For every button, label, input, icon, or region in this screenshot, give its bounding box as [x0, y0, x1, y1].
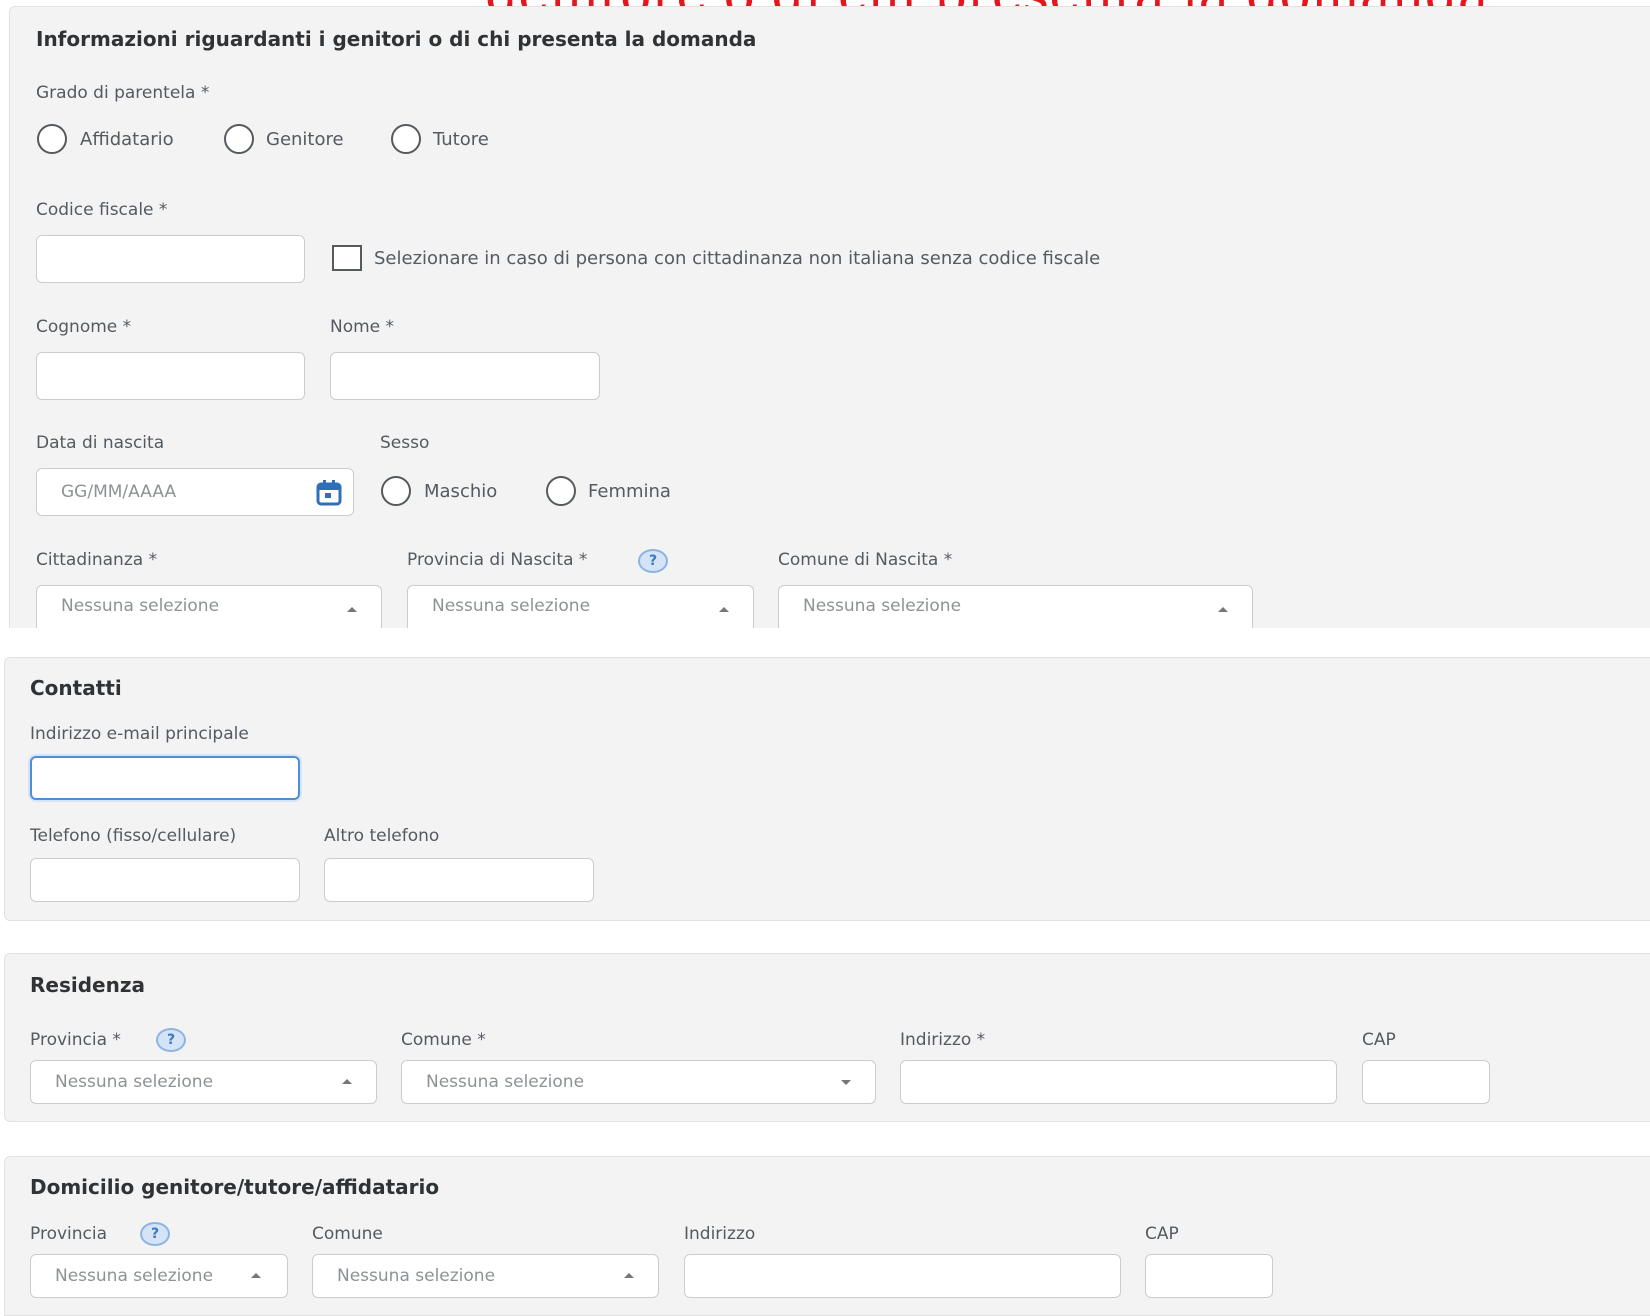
residence-title: Residenza: [30, 973, 145, 997]
domicile-town-label: Comune: [312, 1224, 383, 1244]
help-icon[interactable]: ?: [140, 1222, 170, 1246]
birth-date-input[interactable]: [37, 469, 353, 515]
residence-address-field[interactable]: [900, 1060, 1337, 1104]
radio-femmina-label: Femmina: [588, 481, 671, 502]
radio-affidatario[interactable]: [37, 124, 67, 154]
phone-label: Telefono (fisso/cellulare): [30, 826, 237, 846]
residence-town-select-value: Nessuna selezione: [426, 1072, 585, 1092]
birth-province-label: Provincia di Nascita *: [407, 550, 588, 570]
radio-genitore-label: Genitore: [266, 129, 344, 150]
email-label: Indirizzo e-mail principale: [30, 724, 249, 744]
other-phone-field[interactable]: [324, 858, 594, 902]
phone-field[interactable]: [30, 858, 300, 902]
radio-affidatario-label: Affidatario: [80, 129, 174, 150]
radio-femmina[interactable]: [546, 476, 576, 506]
domicile-cap-input[interactable]: [1146, 1255, 1272, 1297]
residence-address-input[interactable]: [901, 1061, 1336, 1103]
no-tax-code-checkbox[interactable]: [332, 245, 362, 271]
residence-address-label: Indirizzo *: [900, 1030, 986, 1050]
name-label: Nome *: [330, 317, 395, 337]
parents-info-panel: [9, 6, 1650, 628]
birth-date-label: Data di nascita: [36, 433, 165, 453]
phone-input[interactable]: [31, 859, 299, 901]
no-tax-code-checkbox-label: Selezionare in caso di persona con citta…: [374, 248, 1101, 269]
relationship-label: Grado di parentela *: [36, 83, 210, 103]
help-icon[interactable]: ?: [638, 549, 668, 573]
chevron-up-icon: [251, 1273, 261, 1278]
citizenship-label: Cittadinanza *: [36, 550, 158, 570]
citizenship-select-value: Nessuna selezione: [61, 596, 220, 616]
chevron-up-icon: [342, 1079, 352, 1084]
residence-province-select-value: Nessuna selezione: [55, 1072, 214, 1092]
tax-code-input[interactable]: [37, 236, 304, 282]
email-input[interactable]: [32, 758, 298, 798]
contacts-title: Contatti: [30, 676, 122, 700]
birth-province-select[interactable]: Nessuna selezione: [407, 585, 754, 629]
residence-town-select[interactable]: Nessuna selezione: [401, 1060, 876, 1104]
domicile-province-select-value: Nessuna selezione: [55, 1266, 214, 1286]
residence-town-label: Comune *: [401, 1030, 486, 1050]
radio-tutore[interactable]: [391, 124, 421, 154]
chevron-up-icon: [624, 1273, 634, 1278]
domicile-cap-label: CAP: [1145, 1224, 1179, 1244]
surname-field[interactable]: [36, 352, 305, 400]
radio-tutore-label: Tutore: [433, 129, 489, 150]
chevron-up-icon: [347, 607, 357, 612]
other-phone-label: Altro telefono: [324, 826, 440, 846]
domicile-title: Domicilio genitore/tutore/affidatario: [30, 1175, 440, 1199]
surname-input[interactable]: [37, 353, 304, 399]
residence-province-select[interactable]: Nessuna selezione: [30, 1060, 377, 1104]
birth-town-select[interactable]: Nessuna selezione: [778, 585, 1253, 629]
section-gap: [0, 628, 1650, 656]
residence-cap-input[interactable]: [1363, 1061, 1489, 1103]
surname-label: Cognome *: [36, 317, 132, 337]
tax-code-label: Codice fiscale *: [36, 200, 168, 220]
name-field[interactable]: [330, 352, 600, 400]
chevron-up-icon: [719, 607, 729, 612]
parents-info-title: Informazioni riguardanti i genitori o di…: [36, 27, 757, 51]
domicile-address-label: Indirizzo: [684, 1224, 756, 1244]
domicile-province-label: Provincia: [30, 1224, 108, 1244]
other-phone-input[interactable]: [325, 859, 593, 901]
domicile-province-select[interactable]: Nessuna selezione: [30, 1254, 288, 1298]
domicile-address-field[interactable]: [684, 1254, 1121, 1298]
name-input[interactable]: [331, 353, 599, 399]
birth-town-label: Comune di Nascita *: [778, 550, 953, 570]
residence-province-label: Provincia *: [30, 1030, 121, 1050]
domicile-cap-field[interactable]: [1145, 1254, 1273, 1298]
birth-town-select-value: Nessuna selezione: [803, 596, 962, 616]
birth-date-field[interactable]: [36, 468, 354, 516]
radio-genitore[interactable]: [224, 124, 254, 154]
radio-maschio[interactable]: [381, 476, 411, 506]
email-field[interactable]: [30, 756, 300, 800]
residence-cap-field[interactable]: [1362, 1060, 1490, 1104]
domicile-town-select[interactable]: Nessuna selezione: [312, 1254, 659, 1298]
radio-maschio-label: Maschio: [424, 481, 498, 502]
tax-code-field[interactable]: [36, 235, 305, 283]
help-icon[interactable]: ?: [156, 1028, 186, 1052]
birth-province-select-value: Nessuna selezione: [432, 596, 591, 616]
citizenship-select[interactable]: Nessuna selezione: [36, 585, 382, 629]
chevron-up-icon: [1218, 607, 1228, 612]
residence-cap-label: CAP: [1362, 1030, 1396, 1050]
calendar-icon[interactable]: [315, 479, 343, 507]
chevron-down-icon: [841, 1080, 851, 1085]
domicile-town-select-value: Nessuna selezione: [337, 1266, 496, 1286]
sex-label: Sesso: [380, 433, 430, 453]
domicile-address-input[interactable]: [685, 1255, 1120, 1297]
